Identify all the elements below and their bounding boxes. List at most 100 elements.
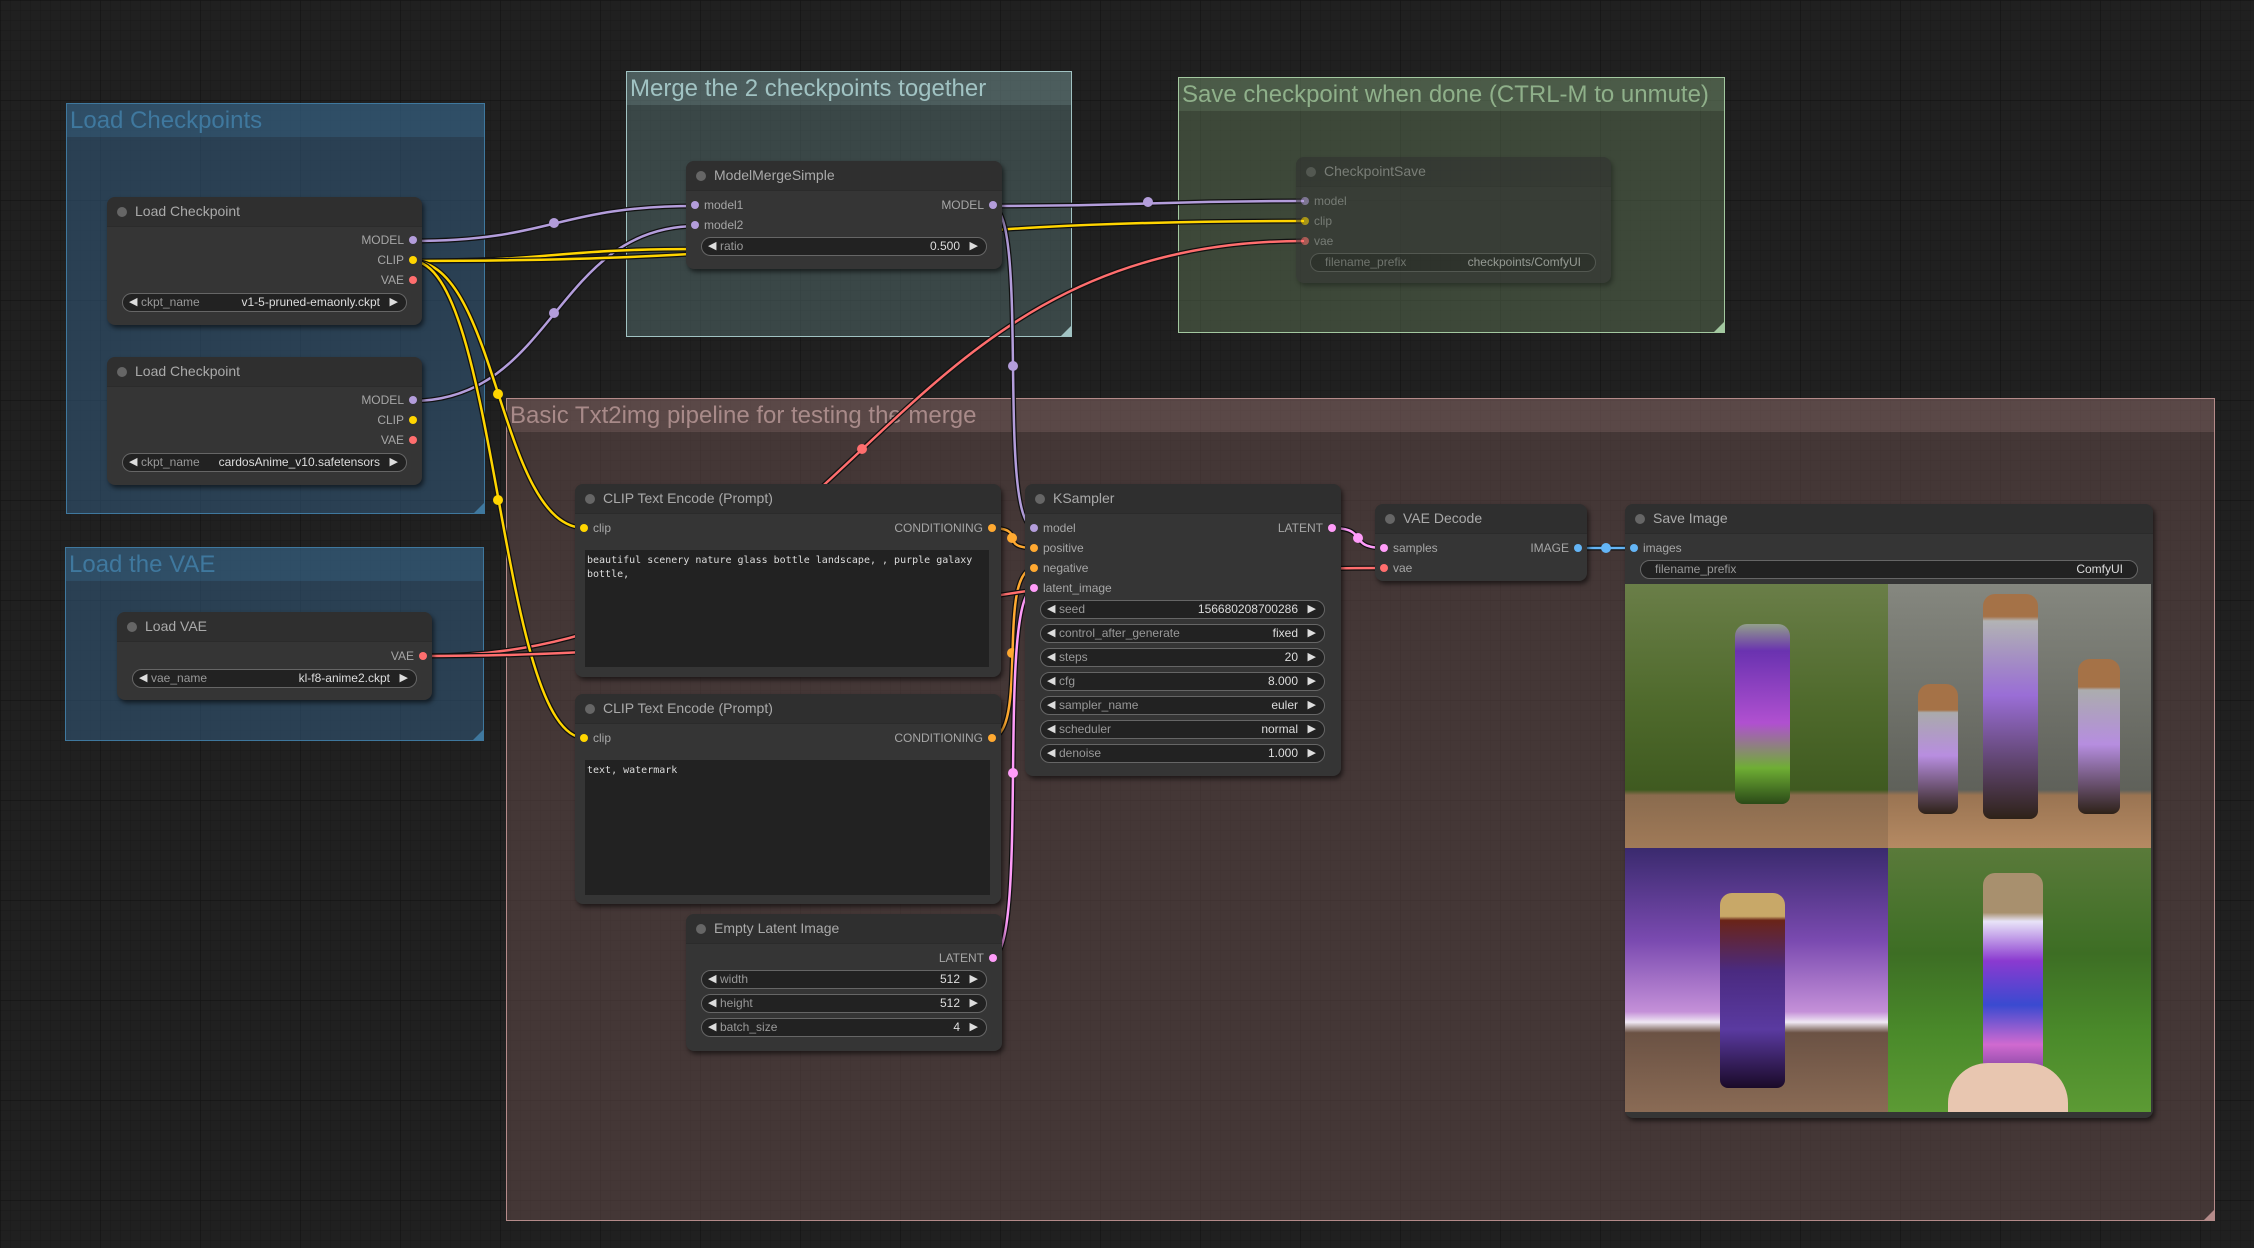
widget-ckpt-name[interactable]: ◀ ckpt_name v1-5-pruned-emaonly.ckpt ▶ xyxy=(122,293,407,312)
slot-dot-icon[interactable] xyxy=(988,524,996,532)
collapse-dot-icon[interactable] xyxy=(585,494,595,504)
output-clip[interactable]: CLIP xyxy=(377,413,422,427)
widget-width[interactable]: ◀ width 512 ▶ xyxy=(701,970,987,989)
group-resize-handle[interactable] xyxy=(474,503,484,513)
increment-arrow-icon[interactable]: ▶ xyxy=(390,294,398,311)
widget-vae-name[interactable]: ◀ vae_name kl-f8-anime2.ckpt ▶ xyxy=(132,669,417,688)
group-title[interactable]: Merge the 2 checkpoints together xyxy=(627,72,1071,105)
link-midpoint-handle[interactable] xyxy=(549,218,559,228)
increment-arrow-icon[interactable]: ▶ xyxy=(1308,649,1316,666)
widget-denoise[interactable]: ◀ denoise 1.000 ▶ xyxy=(1040,744,1325,763)
slot-dot-icon[interactable] xyxy=(988,734,996,742)
link-midpoint-handle[interactable] xyxy=(493,495,503,505)
slot-dot-icon[interactable] xyxy=(1301,197,1309,205)
slot-dot-icon[interactable] xyxy=(1030,564,1038,572)
node-save-image[interactable]: Save Image images filename_prefix ComfyUI xyxy=(1625,504,2153,1118)
node-title-bar[interactable]: VAE Decode xyxy=(1375,504,1587,534)
input-negative[interactable]: negative xyxy=(1025,561,1088,575)
collapse-dot-icon[interactable] xyxy=(696,924,706,934)
decrement-arrow-icon[interactable]: ◀ xyxy=(708,971,716,988)
increment-arrow-icon[interactable]: ▶ xyxy=(970,1019,978,1036)
decrement-arrow-icon[interactable]: ◀ xyxy=(708,995,716,1012)
slot-dot-icon[interactable] xyxy=(580,524,588,532)
decrement-arrow-icon[interactable]: ◀ xyxy=(1047,745,1055,762)
slot-dot-icon[interactable] xyxy=(419,652,427,660)
slot-dot-icon[interactable] xyxy=(1030,524,1038,532)
prompt-textarea[interactable]: text, watermark xyxy=(585,760,990,895)
input-latent-image[interactable]: latent_image xyxy=(1025,581,1112,595)
widget-filename-prefix[interactable]: filename_prefix checkpoints/ComfyUI xyxy=(1310,253,1596,272)
link-midpoint-handle[interactable] xyxy=(1008,361,1018,371)
output-conditioning[interactable]: CONDITIONING xyxy=(894,521,1001,535)
input-clip[interactable]: clip xyxy=(1296,214,1332,228)
decrement-arrow-icon[interactable]: ◀ xyxy=(708,1019,716,1036)
widget-scheduler[interactable]: ◀ scheduler normal ▶ xyxy=(1040,720,1325,739)
slot-dot-icon[interactable] xyxy=(1030,584,1038,592)
input-clip[interactable]: clip xyxy=(575,521,611,535)
input-vae[interactable]: vae xyxy=(1296,234,1333,248)
slot-dot-icon[interactable] xyxy=(1574,544,1582,552)
input-samples[interactable]: samples xyxy=(1375,541,1438,555)
decrement-arrow-icon[interactable]: ◀ xyxy=(1047,673,1055,690)
widget-control-after-generate[interactable]: ◀ control_after_generate fixed ▶ xyxy=(1040,624,1325,643)
increment-arrow-icon[interactable]: ▶ xyxy=(390,454,398,471)
input-vae[interactable]: vae xyxy=(1375,561,1412,575)
node-title-bar[interactable]: CheckpointSave xyxy=(1296,157,1611,187)
node-title-bar[interactable]: KSampler xyxy=(1025,484,1341,514)
collapse-dot-icon[interactable] xyxy=(127,622,137,632)
slot-dot-icon[interactable] xyxy=(1030,544,1038,552)
prompt-textarea[interactable]: beautiful scenery nature glass bottle la… xyxy=(585,550,989,667)
node-clip-text-encode-negative[interactable]: CLIP Text Encode (Prompt) clip CONDITION… xyxy=(575,694,1001,904)
slot-dot-icon[interactable] xyxy=(580,734,588,742)
group-title[interactable]: Load the VAE xyxy=(66,548,483,581)
decrement-arrow-icon[interactable]: ◀ xyxy=(129,454,137,471)
collapse-dot-icon[interactable] xyxy=(1306,167,1316,177)
slot-dot-icon[interactable] xyxy=(1328,524,1336,532)
increment-arrow-icon[interactable]: ▶ xyxy=(1308,601,1316,618)
node-vae-decode[interactable]: VAE Decode samples vae IMAGE xyxy=(1375,504,1587,581)
decrement-arrow-icon[interactable]: ◀ xyxy=(129,294,137,311)
widget-steps[interactable]: ◀ steps 20 ▶ xyxy=(1040,648,1325,667)
widget-ratio[interactable]: ◀ ratio 0.500 ▶ xyxy=(701,237,987,256)
output-latent[interactable]: LATENT xyxy=(1278,521,1341,535)
slot-dot-icon[interactable] xyxy=(1630,544,1638,552)
node-ksampler[interactable]: KSampler model positive negative latent_… xyxy=(1025,484,1341,776)
increment-arrow-icon[interactable]: ▶ xyxy=(400,670,408,687)
input-model[interactable]: model xyxy=(1296,194,1347,208)
slot-dot-icon[interactable] xyxy=(409,396,417,404)
node-empty-latent-image[interactable]: Empty Latent Image LATENT ◀ width 512 ▶ ◀ he… xyxy=(686,914,1002,1051)
preview-image[interactable] xyxy=(1888,584,2151,848)
node-title-bar[interactable]: Load VAE xyxy=(117,612,432,642)
preview-image[interactable] xyxy=(1888,848,2151,1112)
collapse-dot-icon[interactable] xyxy=(1385,514,1395,524)
link-midpoint-handle[interactable] xyxy=(1143,197,1153,207)
output-latent[interactable]: LATENT xyxy=(939,951,1002,965)
increment-arrow-icon[interactable]: ▶ xyxy=(970,971,978,988)
group-title[interactable]: Load Checkpoints xyxy=(67,104,484,137)
slot-dot-icon[interactable] xyxy=(1380,564,1388,572)
increment-arrow-icon[interactable]: ▶ xyxy=(1308,721,1316,738)
widget-sampler-name[interactable]: ◀ sampler_name euler ▶ xyxy=(1040,696,1325,715)
output-clip[interactable]: CLIP xyxy=(377,253,422,267)
widget-cfg[interactable]: ◀ cfg 8.000 ▶ xyxy=(1040,672,1325,691)
slot-dot-icon[interactable] xyxy=(409,236,417,244)
output-conditioning[interactable]: CONDITIONING xyxy=(894,731,1001,745)
output-model[interactable]: MODEL xyxy=(361,233,422,247)
group-title[interactable]: Basic Txt2img pipeline for testing the m… xyxy=(507,399,2214,432)
widget-seed[interactable]: ◀ seed 156680208700286 ▶ xyxy=(1040,600,1325,619)
collapse-dot-icon[interactable] xyxy=(1035,494,1045,504)
node-model-merge-simple[interactable]: ModelMergeSimple model1 model2 MODEL ◀ ra… xyxy=(686,161,1002,269)
input-model2[interactable]: model2 xyxy=(686,218,743,232)
node-title-bar[interactable]: ModelMergeSimple xyxy=(686,161,1002,191)
slot-dot-icon[interactable] xyxy=(1301,217,1309,225)
slot-dot-icon[interactable] xyxy=(691,201,699,209)
link-midpoint-handle[interactable] xyxy=(493,389,503,399)
decrement-arrow-icon[interactable]: ◀ xyxy=(1047,649,1055,666)
node-load-vae[interactable]: Load VAE VAE ◀ vae_name kl-f8-anime2.ckpt ▶ xyxy=(117,612,432,700)
collapse-dot-icon[interactable] xyxy=(696,171,706,181)
node-load-checkpoint-1[interactable]: Load Checkpoint MODEL CLIP VAE ◀ ckpt_nam… xyxy=(107,197,422,325)
widget-batch-size[interactable]: ◀ batch_size 4 ▶ xyxy=(701,1018,987,1037)
slot-dot-icon[interactable] xyxy=(989,201,997,209)
slot-dot-icon[interactable] xyxy=(1301,237,1309,245)
increment-arrow-icon[interactable]: ▶ xyxy=(1308,697,1316,714)
